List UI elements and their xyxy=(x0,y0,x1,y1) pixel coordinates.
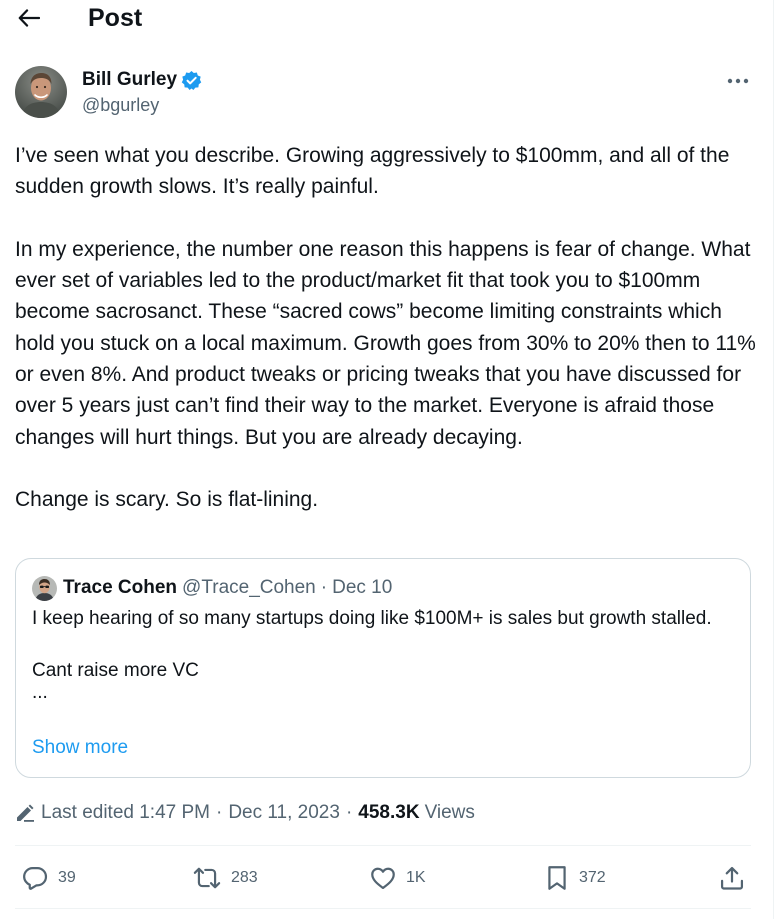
page-header: Post xyxy=(0,0,770,36)
divider xyxy=(15,845,751,846)
more-horizontal-icon xyxy=(727,78,749,84)
post-date: Dec 11, 2023 xyxy=(228,802,340,823)
separator-dot: · xyxy=(216,802,223,823)
more-options-button[interactable] xyxy=(723,68,753,94)
quoted-author-name: Trace Cohen xyxy=(63,577,178,598)
post-paragraph: I’ve seen what you describe. Growing agg… xyxy=(15,144,730,199)
repost-count: 283 xyxy=(231,869,258,886)
column-border xyxy=(773,0,774,919)
quoted-text-line: Cant raise more VC xyxy=(32,660,199,681)
post-paragraph: In my experience, the number one reason … xyxy=(15,237,756,449)
pencil-icon xyxy=(15,803,35,823)
author-name[interactable]: Bill Gurley xyxy=(82,68,202,92)
quoted-author-handle: @Trace_Cohen xyxy=(182,577,316,598)
quoted-text-line: I keep hearing of so many startups doing… xyxy=(32,608,712,629)
post-text: I’ve seen what you describe. Growing agg… xyxy=(15,140,760,516)
reply-icon xyxy=(23,866,48,890)
author-name-text: Bill Gurley xyxy=(82,69,178,90)
like-button[interactable]: 1K xyxy=(369,858,426,898)
views-count: 458.3K xyxy=(358,802,420,823)
quoted-date: Dec 10 xyxy=(332,577,393,598)
separator-dot: · xyxy=(345,802,353,823)
repost-button[interactable]: 283 xyxy=(192,858,258,898)
avatar[interactable] xyxy=(15,66,67,118)
arrow-left-icon xyxy=(18,9,40,27)
author-handle[interactable]: @bgurley xyxy=(82,94,159,116)
reply-button[interactable]: 39 xyxy=(21,858,76,898)
views-label: Views xyxy=(424,802,475,823)
post-author: Bill Gurley @bgurley xyxy=(15,66,755,118)
bookmark-count: 372 xyxy=(579,869,606,886)
verified-badge-icon xyxy=(181,70,202,91)
heart-icon xyxy=(371,867,395,890)
quoted-post-header: Trace Cohen @Trace_Cohen · Dec 10 xyxy=(32,575,392,601)
post-meta: Last edited 1:47 PM · Dec 11, 2023 · 458… xyxy=(15,800,475,826)
divider xyxy=(15,908,751,909)
bookmark-icon xyxy=(548,866,566,890)
quoted-post[interactable]: Trace Cohen @Trace_Cohen · Dec 10 I keep… xyxy=(15,558,751,778)
share-button[interactable] xyxy=(718,858,746,898)
bookmark-button[interactable]: 372 xyxy=(544,858,606,898)
page-title: Post xyxy=(88,4,143,32)
quoted-text: I keep hearing of so many startups doing… xyxy=(32,606,732,702)
repost-icon xyxy=(193,867,221,889)
action-bar: 39 283 1K 372 xyxy=(0,858,770,898)
share-icon xyxy=(720,866,744,890)
back-button[interactable] xyxy=(14,4,44,32)
separator-dot: · xyxy=(320,577,328,598)
last-edited-link[interactable]: Last edited 1:47 PM xyxy=(41,802,210,824)
reply-count: 39 xyxy=(58,869,76,886)
quoted-avatar xyxy=(32,575,57,601)
like-count: 1K xyxy=(406,869,426,886)
quoted-ellipsis: ... xyxy=(32,682,48,703)
post-paragraph: Change is scary. So is flat-lining. xyxy=(15,488,319,512)
show-more-link[interactable]: Show more xyxy=(32,737,128,759)
